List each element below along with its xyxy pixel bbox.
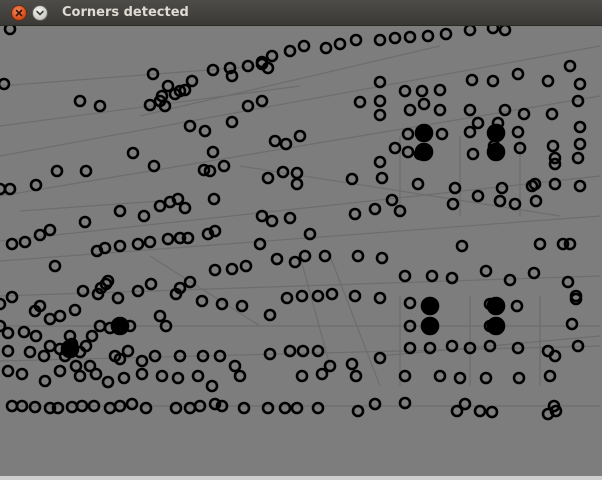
corner-cluster bbox=[420, 316, 440, 336]
corner-cluster bbox=[420, 296, 440, 316]
window-bottom-edge bbox=[0, 476, 602, 480]
close-icon bbox=[15, 9, 23, 17]
image-canvas bbox=[0, 26, 602, 476]
window-close-button[interactable] bbox=[11, 5, 27, 21]
app-window: Corners detected bbox=[0, 0, 602, 480]
window-title: Corners detected bbox=[62, 5, 189, 20]
corner-cluster bbox=[486, 296, 506, 316]
chevron-down-icon bbox=[36, 10, 44, 16]
corner-cluster bbox=[60, 339, 80, 359]
corner-cluster bbox=[414, 142, 434, 162]
corner-cluster bbox=[486, 142, 506, 162]
corner-cluster bbox=[110, 316, 130, 336]
window-minimize-button[interactable] bbox=[32, 5, 48, 21]
corner-cluster bbox=[486, 316, 506, 336]
corner-cluster bbox=[486, 123, 506, 143]
corner-cluster bbox=[414, 123, 434, 143]
corners-detected-image bbox=[0, 26, 602, 476]
window-titlebar[interactable]: Corners detected bbox=[0, 0, 602, 26]
